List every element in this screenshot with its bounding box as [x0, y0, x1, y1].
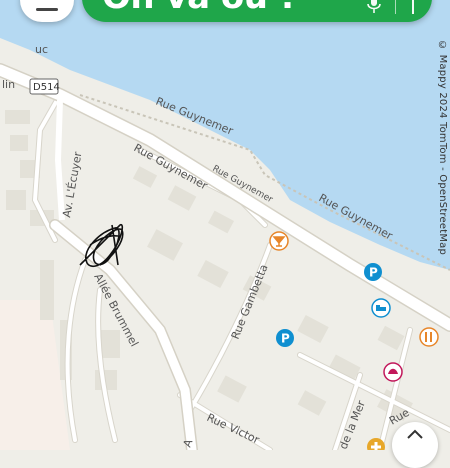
bar-icon[interactable]: [269, 231, 289, 251]
road-label-lin: lin: [2, 78, 15, 91]
menu-icon: [36, 8, 58, 11]
map-canvas[interactable]: lin uc D514 Rue Guynemer Rue Guynemer Ru…: [0, 0, 450, 450]
hotel-icon[interactable]: [371, 298, 391, 318]
compass-button[interactable]: [392, 422, 438, 468]
parking-icon[interactable]: P: [364, 263, 382, 281]
road-badge-text: D514: [33, 82, 60, 93]
search-bar[interactable]: On va où ?: [82, 0, 432, 22]
road-label-uc: uc: [35, 43, 48, 56]
search-bar-actions: [367, 0, 416, 14]
chevron-up-icon: [407, 429, 423, 439]
map-attribution: © Mappy 2024 TomTom - OpenStreetMap: [437, 40, 448, 256]
search-bar-text: On va où ?: [102, 0, 299, 14]
bakery-icon[interactable]: [383, 362, 403, 382]
more-options-icon[interactable]: [410, 0, 416, 14]
road-badge-d514: D514: [29, 78, 60, 95]
microphone-icon[interactable]: [367, 0, 381, 14]
restaurant-icon[interactable]: [419, 327, 439, 347]
svg-text:P: P: [281, 332, 290, 346]
svg-text:P: P: [369, 266, 378, 280]
search-bar-separator: [395, 0, 396, 14]
parking-icon-2[interactable]: P: [276, 329, 294, 347]
